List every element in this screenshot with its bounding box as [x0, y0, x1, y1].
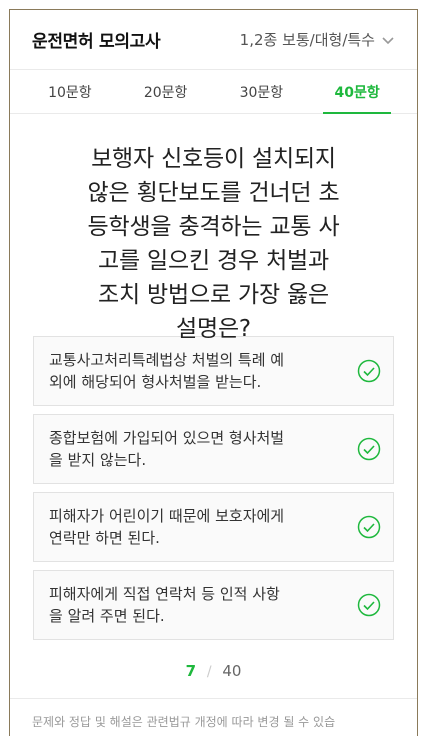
answer-option-text: 피해자에게 직접 연락처 등 인적 사항 을 알려 주면 된다. — [49, 583, 344, 627]
question-line: 등학생을 충격하는 교통 사 — [87, 214, 340, 240]
disclaimer-text: 문제와 정답 및 해설은 관련법규 개정에 따라 변경 될 수 있습 — [32, 715, 336, 729]
check-circle-icon — [357, 359, 381, 383]
question-count-tabs: 10문항 20문항 30문항 40문항 — [10, 70, 417, 114]
total-question-count: 40 — [222, 662, 242, 680]
app-frame: 운전면허 모의고사 1,2종 보통/대형/특수 10문항 20문항 30문항 4… — [9, 9, 418, 736]
page-title: 운전면허 모의고사 — [32, 32, 161, 52]
answer-option-3[interactable]: 피해자가 어린이기 때문에 보호자에게 연락만 하면 된다. — [33, 492, 394, 562]
answer-line: 을 알려 주면 된다. — [49, 607, 165, 625]
answer-option-text: 종합보험에 가입되어 있으면 형사처벌 을 받지 않는다. — [49, 427, 344, 471]
answer-option-text: 교통사고처리특례법상 처벌의 특례 예 외에 해당되어 형사처벌을 받는다. — [49, 349, 344, 393]
answer-line: 피해자가 어린이기 때문에 보호자에게 — [49, 507, 285, 525]
check-circle-icon — [357, 515, 381, 539]
question-line: 않은 횡단보도를 건너던 초 — [87, 180, 340, 206]
question-line: 고를 일으킨 경우 처벌과 — [98, 248, 329, 274]
header: 운전면허 모의고사 1,2종 보통/대형/특수 — [10, 10, 417, 70]
question-pager: 7 / 40 — [10, 662, 417, 680]
question-line: 조치 방법으로 가장 옳은 — [98, 282, 329, 308]
category-select[interactable]: 1,2종 보통/대형/특수 — [240, 29, 395, 50]
answer-option-2[interactable]: 종합보험에 가입되어 있으면 형사처벌 을 받지 않는다. — [33, 414, 394, 484]
answer-line: 종합보험에 가입되어 있으면 형사처벌 — [49, 429, 285, 447]
answer-options: 교통사고처리특례법상 처벌의 특례 예 외에 해당되어 형사처벌을 받는다. 종… — [10, 336, 417, 640]
answer-line: 연락만 하면 된다. — [49, 529, 160, 547]
answer-option-4[interactable]: 피해자에게 직접 연락처 등 인적 사항 을 알려 주면 된다. — [33, 570, 394, 640]
answer-option-text: 피해자가 어린이기 때문에 보호자에게 연락만 하면 된다. — [49, 505, 344, 549]
answer-option-1[interactable]: 교통사고처리특례법상 처벌의 특례 예 외에 해당되어 형사처벌을 받는다. — [33, 336, 394, 406]
check-circle-icon — [357, 437, 381, 461]
tab-20[interactable]: 20문항 — [118, 70, 214, 113]
divider — [10, 698, 417, 699]
answer-line: 피해자에게 직접 연락처 등 인적 사항 — [49, 585, 280, 603]
answer-line: 교통사고처리특례법상 처벌의 특례 예 — [49, 351, 285, 369]
chevron-down-icon — [382, 36, 394, 44]
pager-separator: / — [206, 664, 212, 680]
answer-line: 을 받지 않는다. — [49, 451, 147, 469]
current-question-number: 7 — [185, 662, 197, 680]
tab-30[interactable]: 30문항 — [214, 70, 310, 113]
tab-40[interactable]: 40문항 — [309, 70, 405, 114]
question-text: 보행자 신호등이 설치되지 않은 횡단보도를 건너던 초 등학생을 충격하는 교… — [10, 114, 417, 342]
category-label: 1,2종 보통/대형/특수 — [239, 31, 375, 49]
question-line: 보행자 신호등이 설치되지 — [91, 146, 336, 172]
answer-line: 외에 해당되어 형사처벌을 받는다. — [49, 373, 262, 391]
tab-10[interactable]: 10문항 — [22, 70, 118, 113]
check-circle-icon — [357, 593, 381, 617]
